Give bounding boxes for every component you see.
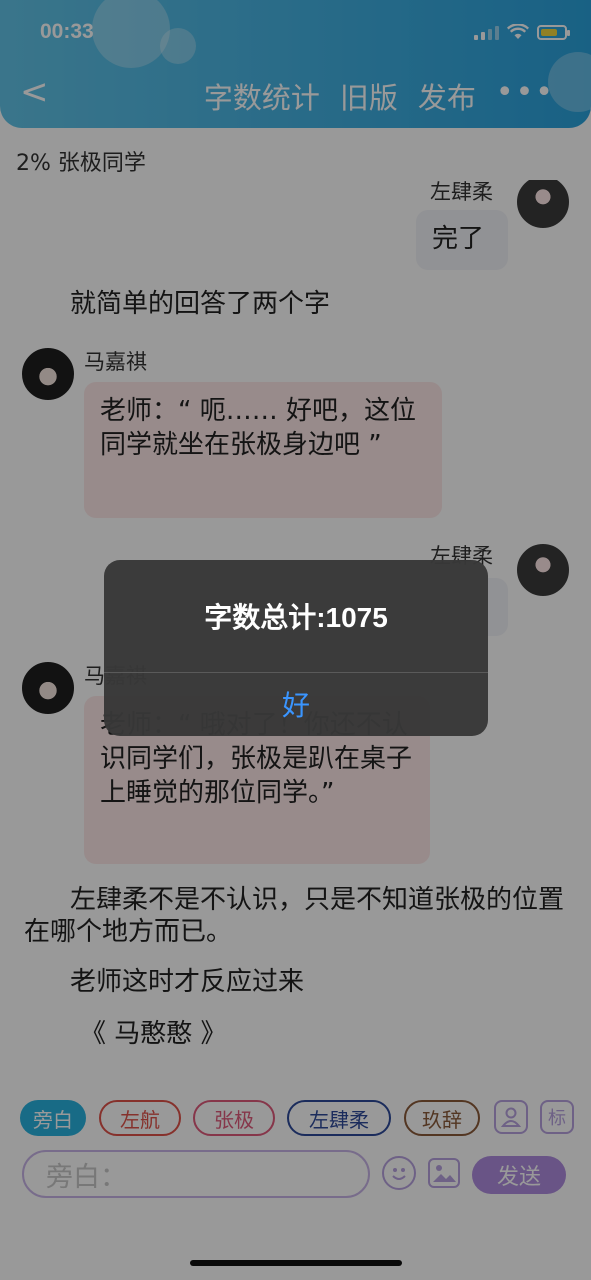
alert-ok-button[interactable]: 好 [104, 672, 488, 736]
word-count-alert: 字数总计:1075 好 [104, 560, 488, 736]
alert-message: 字数总计:1075 [204, 602, 388, 633]
